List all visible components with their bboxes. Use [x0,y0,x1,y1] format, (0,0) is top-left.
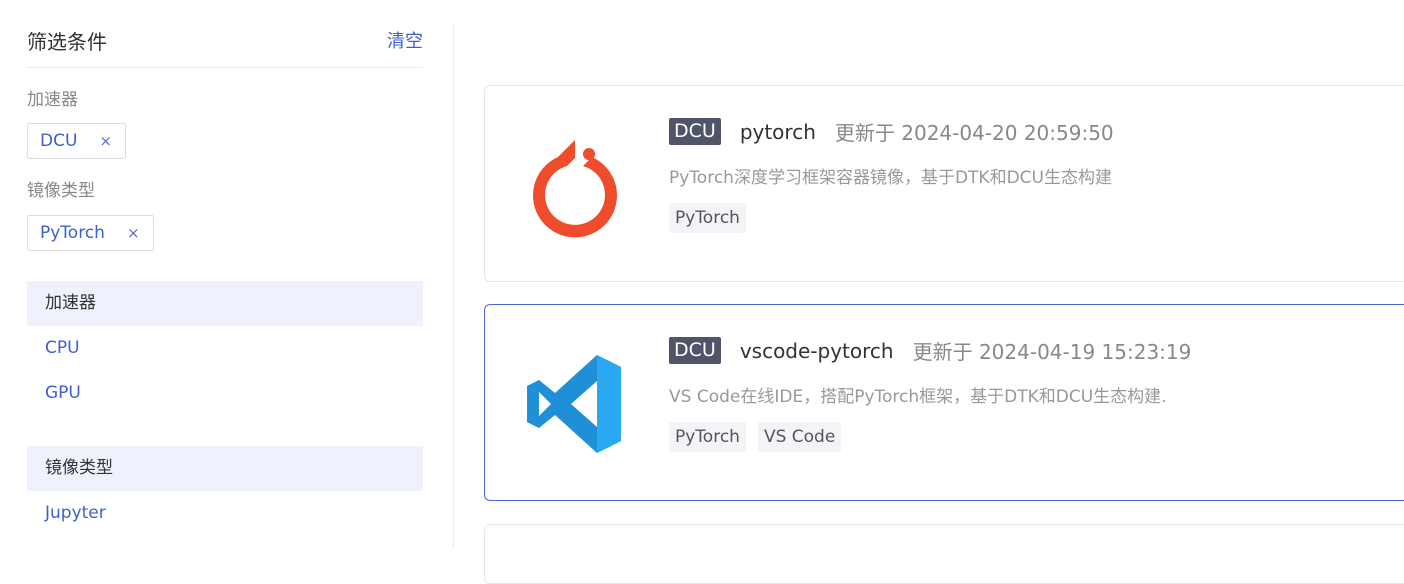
pytorch-flame-shape [533,140,617,238]
chip-label: DCU [40,131,78,151]
tag: VS Code [757,422,842,452]
image-name[interactable]: vscode-pytorch [740,339,894,363]
active-filter-chip-pytorch: PyTorch × [27,215,154,251]
image-tags: PyTorch VS Code [669,422,853,452]
active-filter-label-accelerator: 加速器 [27,90,78,110]
filter-sidebar: 筛选条件 清空 加速器 DCU × 镜像类型 PyTorch × 加速器 CPU… [27,0,423,549]
tag: PyTorch [669,203,746,233]
category-item-gpu[interactable]: GPU [45,383,81,403]
accelerator-badge: DCU [669,118,721,145]
image-card-vscode-pytorch[interactable]: DCU vscode-pytorch 更新于 2024-04-19 15:23:… [484,304,1404,501]
accelerator-badge: DCU [669,337,721,364]
filter-title: 筛选条件 [27,30,107,54]
updated-time: 更新于 2024-04-19 15:23:19 [912,340,1192,364]
chip-close-icon[interactable]: × [127,224,140,242]
category-header-accelerator: 加速器 [27,281,423,326]
chip-close-icon[interactable]: × [99,132,112,150]
category-item-jupyter[interactable]: Jupyter [45,503,106,523]
sidebar-divider [453,24,454,549]
pytorch-logo-icon [525,128,625,238]
clear-filters-button[interactable]: 清空 [387,27,423,53]
active-filter-label-image-type: 镜像类型 [27,181,95,201]
image-name[interactable]: pytorch [740,120,816,144]
vscode-logo-icon [525,349,625,459]
image-card-pytorch[interactable]: DCU pytorch 更新于 2024-04-20 20:59:50 PyTo… [484,85,1404,282]
image-description: VS Code在线IDE，搭配PyTorch框架，基于DTK和DCU生态构建. [669,387,1167,407]
active-filter-chip-dcu: DCU × [27,123,126,159]
category-item-cpu[interactable]: CPU [45,338,80,358]
updated-time: 更新于 2024-04-20 20:59:50 [834,121,1114,145]
filter-header: 筛选条件 清空 [27,0,423,68]
category-header-image-type: 镜像类型 [27,446,423,491]
tag: PyTorch [669,422,746,452]
image-tags: PyTorch [669,203,758,233]
image-card-partial[interactable] [484,524,1404,584]
chip-label: PyTorch [40,223,105,243]
vscode-shape-front [597,355,621,453]
card-title-row: DCU vscode-pytorch 更新于 2024-04-19 15:23:… [669,336,1191,365]
pytorch-dot-shape [583,148,595,160]
card-title-row: DCU pytorch 更新于 2024-04-20 20:59:50 [669,117,1114,146]
image-description: PyTorch深度学习框架容器镜像，基于DTK和DCU生态构建 [669,168,1112,188]
